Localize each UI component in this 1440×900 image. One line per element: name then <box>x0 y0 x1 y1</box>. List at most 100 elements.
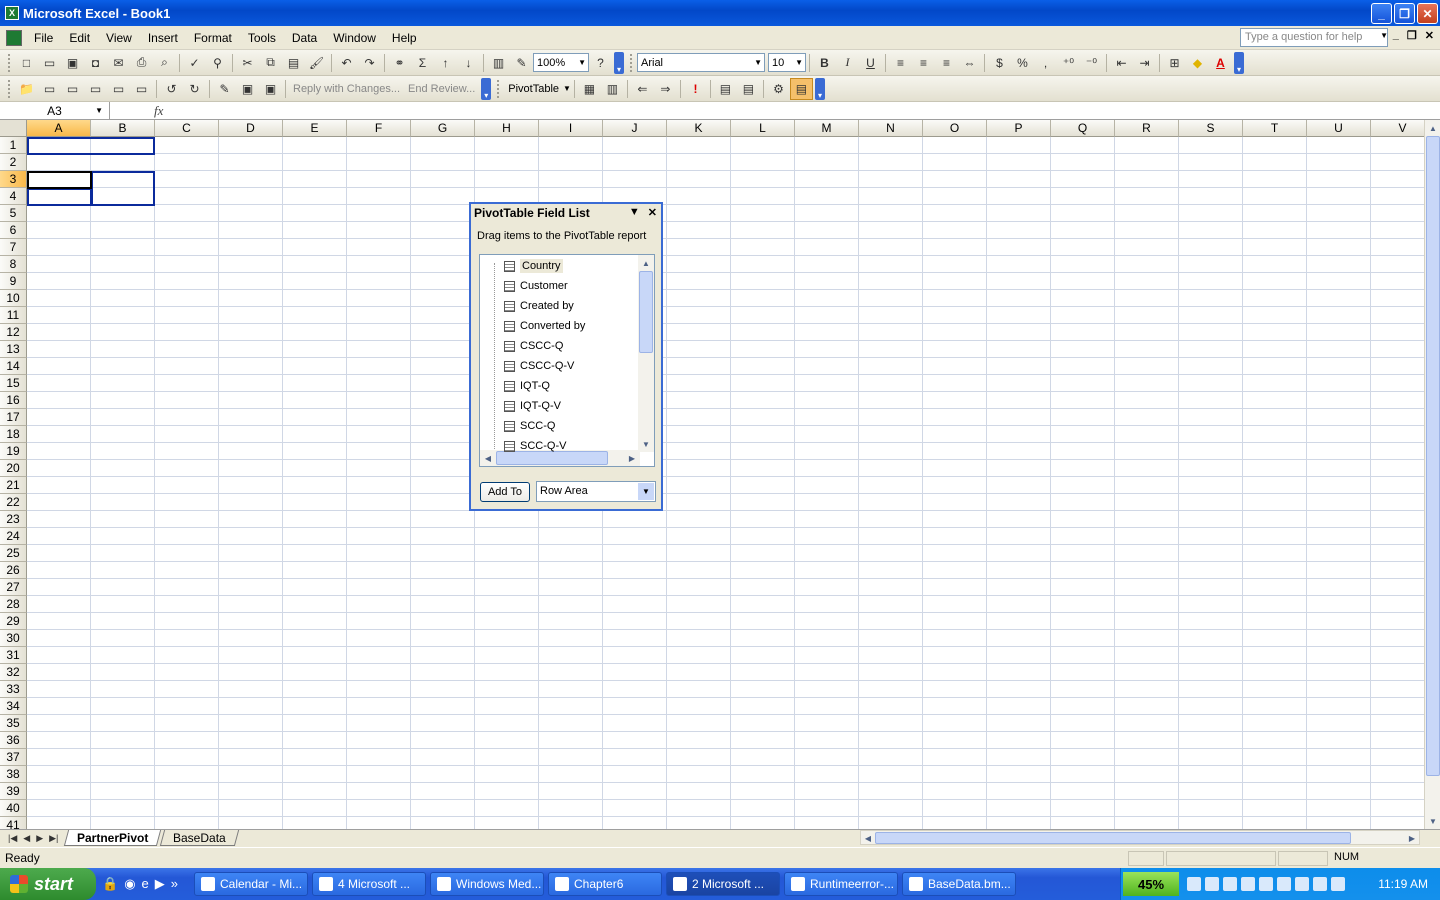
doc-close-icon[interactable]: ✕ <box>1425 29 1434 42</box>
row-header-37[interactable]: 37 <box>0 749 27 766</box>
column-header-h[interactable]: H <box>475 120 539 137</box>
show-comment-icon[interactable]: ▣ <box>236 78 259 100</box>
excel-app-icon[interactable]: X <box>5 6 19 20</box>
panel-header[interactable]: PivotTable Field List ▼ ✕ <box>471 204 661 222</box>
pivot-row-area[interactable] <box>27 188 92 206</box>
drawing-icon[interactable]: ✎ <box>510 52 533 74</box>
format-report-icon[interactable]: ▦ <box>578 78 601 100</box>
column-header-u[interactable]: U <box>1307 120 1371 137</box>
column-header-d[interactable]: D <box>219 120 283 137</box>
column-header-a[interactable]: A <box>27 120 91 137</box>
quicklaunch-media-icon[interactable]: ▶ <box>155 876 165 892</box>
row-header-7[interactable]: 7 <box>0 239 27 256</box>
toolbar-options-icon[interactable]: ▾ <box>1234 51 1244 74</box>
bold-button[interactable]: B <box>813 52 836 74</box>
tray-icon[interactable] <box>1205 877 1219 891</box>
field-item-iqt-q[interactable]: IQT-Q <box>504 377 550 395</box>
active-cell-a3[interactable] <box>27 171 92 189</box>
column-header-e[interactable]: E <box>283 120 347 137</box>
taskbar-task-6[interactable]: Runtimeerror-... <box>784 872 898 896</box>
toolbar-grip[interactable] <box>8 53 11 72</box>
merge-center-icon[interactable]: ⇔ <box>958 52 981 74</box>
next-sheet-icon[interactable]: ▶ <box>36 833 43 844</box>
taskbar-task-4[interactable]: Chapter6 <box>548 872 662 896</box>
toolbar-grip[interactable] <box>630 53 633 72</box>
column-header-n[interactable]: N <box>859 120 923 137</box>
menu-tools[interactable]: Tools <box>240 31 284 45</box>
name-box[interactable]: A3 ▼ <box>0 101 110 120</box>
pivot-page-area[interactable] <box>27 137 155 155</box>
menu-edit[interactable]: Edit <box>61 31 98 45</box>
row-header-28[interactable]: 28 <box>0 596 27 613</box>
vertical-scrollbar[interactable]: ▲ ▼ <box>1424 120 1440 829</box>
row-header-6[interactable]: 6 <box>0 222 27 239</box>
open-folder-icon[interactable]: 📁 <box>15 78 38 100</box>
worksheet-grid[interactable]: A B C D E F G H I J K L M N O P Q R S T U V 1 2 3 4 5 6 7 8 9 10 11 12 13 1… <box>0 120 1424 829</box>
row-header-31[interactable]: 31 <box>0 647 27 664</box>
tray-icon[interactable] <box>1295 877 1309 891</box>
new-icon[interactable]: □ <box>15 52 38 74</box>
taskbar-task-3[interactable]: Windows Med... <box>430 872 544 896</box>
review-icon-1[interactable]: ▭ <box>38 78 61 100</box>
row-header-27[interactable]: 27 <box>0 579 27 596</box>
battery-indicator[interactable]: 45% <box>1123 872 1179 896</box>
track-icon-2[interactable]: ↻ <box>183 78 206 100</box>
row-header-16[interactable]: 16 <box>0 392 27 409</box>
scroll-up-icon[interactable]: ▲ <box>1426 121 1440 135</box>
autosum-icon[interactable]: Σ <box>411 52 434 74</box>
clock[interactable]: 11:19 AM <box>1378 877 1428 891</box>
row-header-25[interactable]: 25 <box>0 545 27 562</box>
field-item-created-by[interactable]: Created by <box>504 297 574 315</box>
row-header-36[interactable]: 36 <box>0 732 27 749</box>
column-header-j[interactable]: J <box>603 120 667 137</box>
row-header-10[interactable]: 10 <box>0 290 27 307</box>
select-all-corner[interactable] <box>0 120 27 137</box>
column-header-m[interactable]: M <box>795 120 859 137</box>
decrease-indent-icon[interactable]: ⇤ <box>1110 52 1133 74</box>
show-field-list-icon[interactable]: ▤ <box>789 77 813 100</box>
column-header-o[interactable]: O <box>923 120 987 137</box>
quicklaunch-lock-icon[interactable]: 🔒 <box>102 876 118 892</box>
align-center-icon[interactable]: ≡ <box>912 52 935 74</box>
permission-icon[interactable]: ◘ <box>84 52 107 74</box>
row-header-19[interactable]: 19 <box>0 443 27 460</box>
pivot-column-data-area[interactable] <box>91 171 155 206</box>
insert-function-icon[interactable]: fx <box>110 103 168 119</box>
font-color-icon[interactable]: A <box>1209 52 1232 74</box>
area-select[interactable]: Row Area ▼ <box>536 481 656 502</box>
sort-ascending-icon[interactable]: ↑ <box>434 52 457 74</box>
row-header-26[interactable]: 26 <box>0 562 27 579</box>
column-header-l[interactable]: L <box>731 120 795 137</box>
undo-icon[interactable]: ↶ <box>335 52 358 74</box>
print-preview-icon[interactable]: ⌕ <box>153 52 176 74</box>
quicklaunch-more-icon[interactable]: » <box>171 876 178 892</box>
field-item-cscc-q-v[interactable]: CSCC-Q-V <box>504 357 574 375</box>
row-header-8[interactable]: 8 <box>0 256 27 273</box>
align-right-icon[interactable]: ≡ <box>935 52 958 74</box>
column-header-k[interactable]: K <box>667 120 731 137</box>
row-header-2[interactable]: 2 <box>0 154 27 171</box>
taskbar-task-7[interactable]: BaseData.bm... <box>902 872 1016 896</box>
show-detail-icon[interactable]: ⇒ <box>654 78 677 100</box>
increase-indent-icon[interactable]: ⇥ <box>1133 52 1156 74</box>
field-item-cscc-q[interactable]: CSCC-Q <box>504 337 563 355</box>
italic-button[interactable]: I <box>836 52 859 74</box>
track-icon-1[interactable]: ↺ <box>160 78 183 100</box>
zoom-combo[interactable]: 100% ▼ <box>533 53 589 72</box>
quicklaunch-ie-icon[interactable]: e <box>142 876 149 892</box>
row-header-20[interactable]: 20 <box>0 460 27 477</box>
row-header-21[interactable]: 21 <box>0 477 27 494</box>
row-header-5[interactable]: 5 <box>0 205 27 222</box>
row-header-18[interactable]: 18 <box>0 426 27 443</box>
row-header-33[interactable]: 33 <box>0 681 27 698</box>
pivottable-menu-button[interactable]: PivotTable <box>504 83 563 95</box>
row-header-24[interactable]: 24 <box>0 528 27 545</box>
column-header-c[interactable]: C <box>155 120 219 137</box>
chart-wizard-icon[interactable]: ▥ <box>487 52 510 74</box>
fill-color-icon[interactable]: ◆ <box>1186 52 1209 74</box>
vertical-scroll-thumb[interactable] <box>1426 136 1440 776</box>
chevron-down-icon[interactable]: ▼ <box>95 106 103 115</box>
menu-view[interactable]: View <box>98 31 140 45</box>
tray-icon[interactable] <box>1331 877 1345 891</box>
row-header-15[interactable]: 15 <box>0 375 27 392</box>
